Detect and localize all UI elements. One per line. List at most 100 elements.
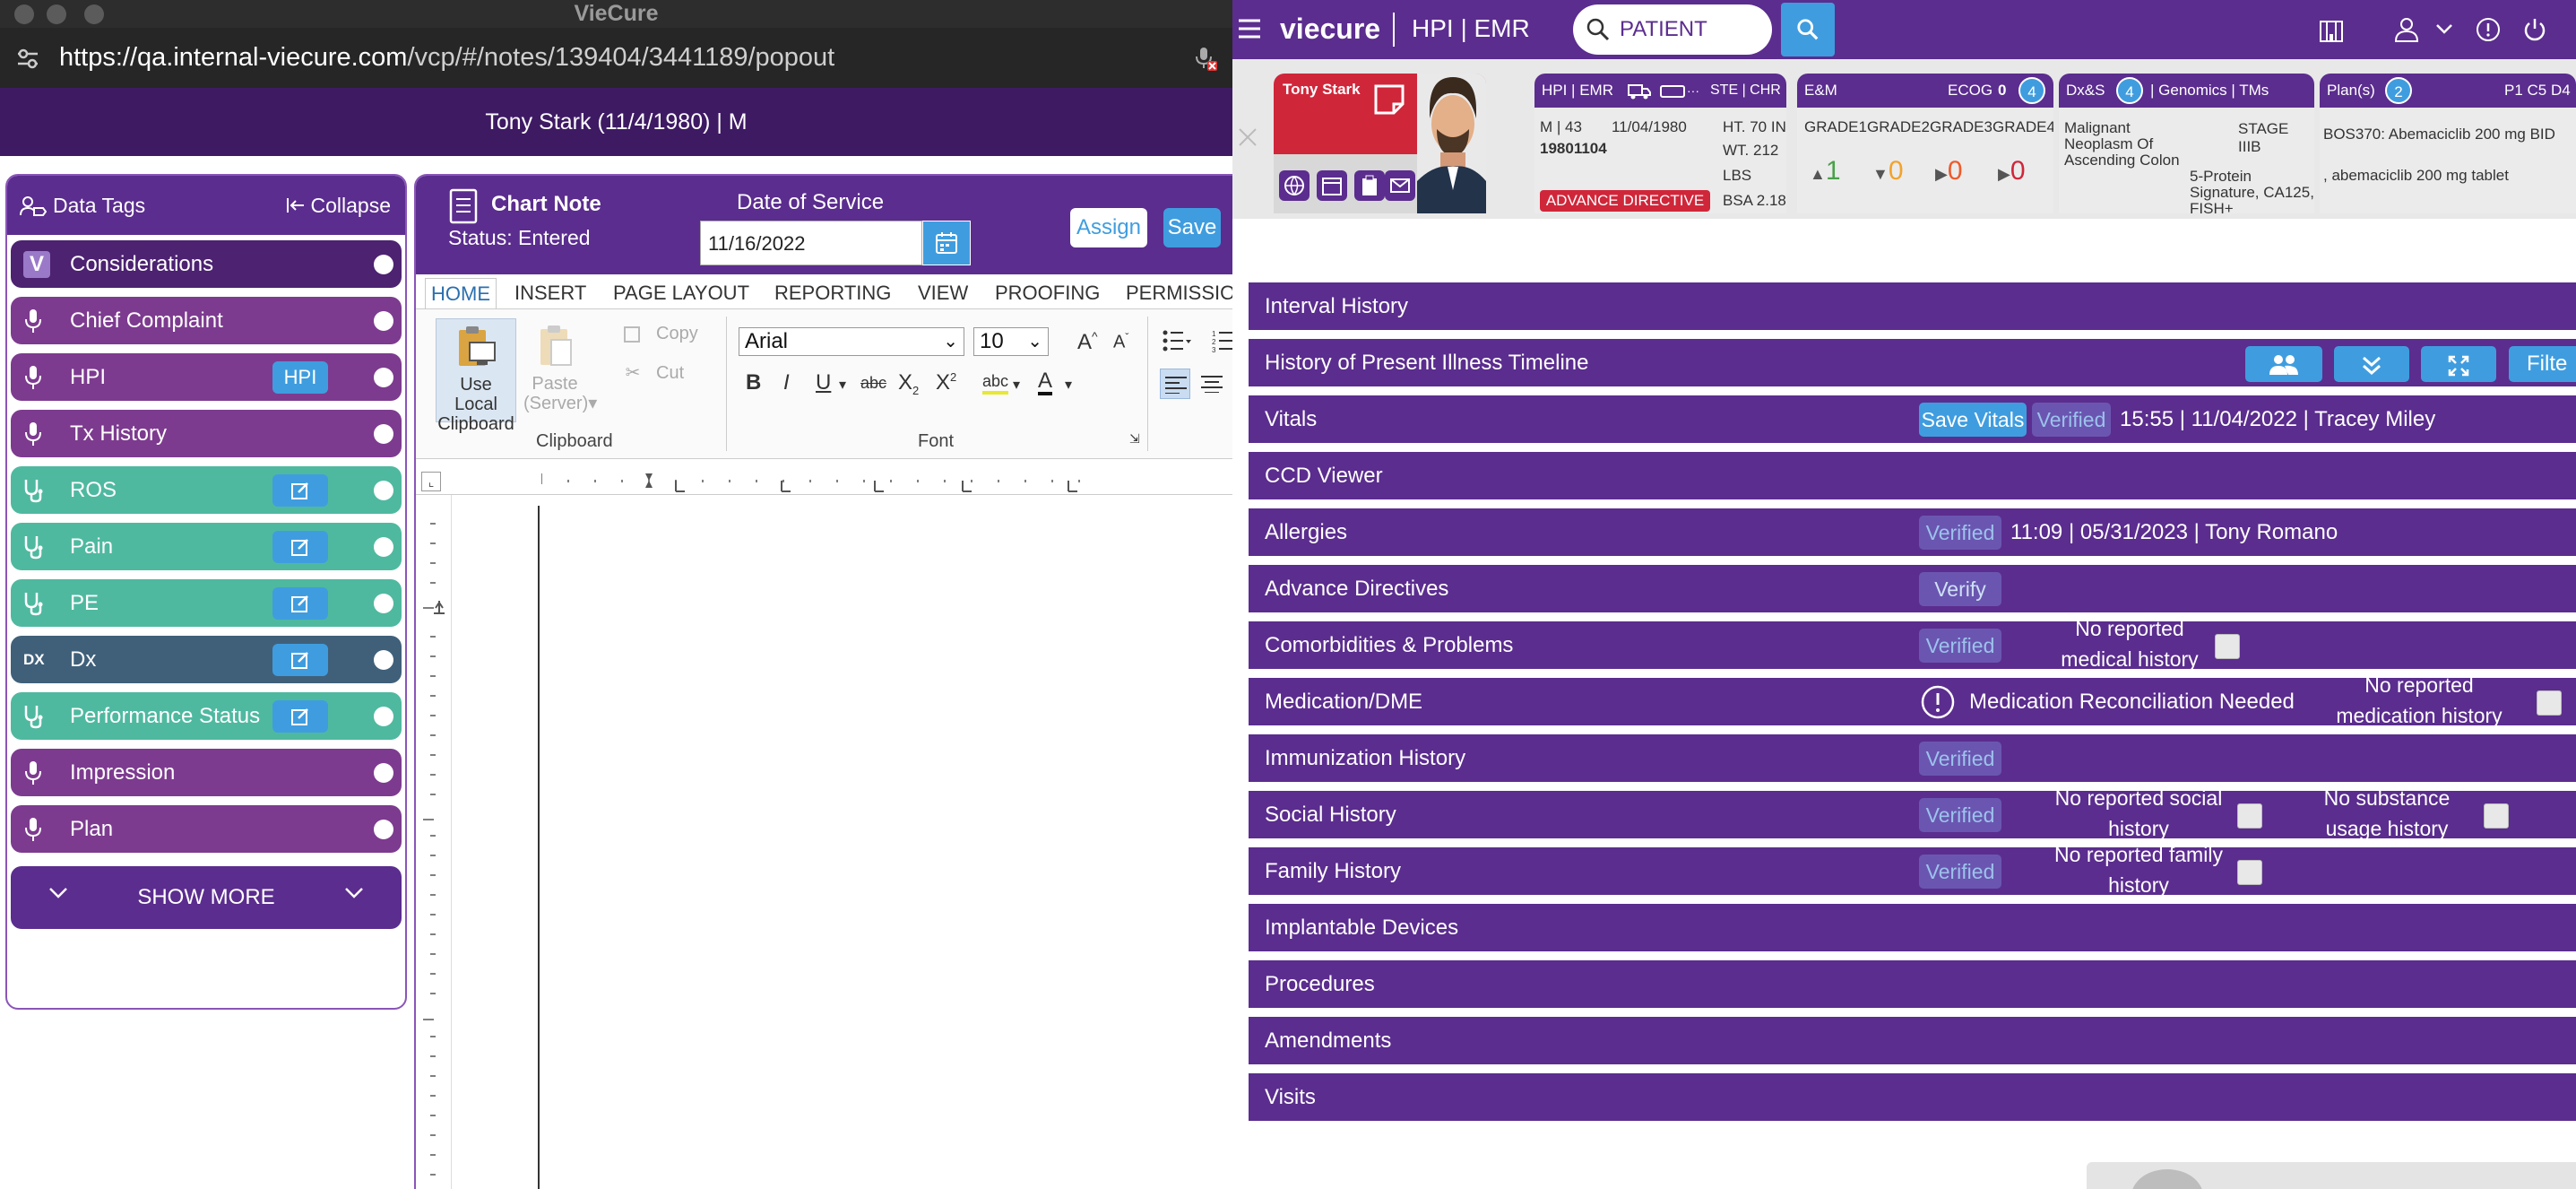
section-visits[interactable]: Visits xyxy=(1249,1073,2576,1121)
fullscreen-button[interactable] xyxy=(2421,346,2496,382)
section-allergies[interactable]: Allergies Verified 11:09 | 05/31/2023 | … xyxy=(1249,508,2576,556)
collapse-button[interactable]: Collapse xyxy=(286,176,391,235)
verified-badge[interactable]: Verified xyxy=(2032,403,2111,437)
filter-button[interactable]: Filte xyxy=(2509,346,2576,382)
tab-insert[interactable]: INSERT xyxy=(514,278,586,308)
tab-proofing[interactable]: PROOFING xyxy=(995,278,1100,308)
tag-toggle[interactable] xyxy=(374,820,393,839)
user-icon[interactable] xyxy=(2393,16,2420,43)
patient-info-card[interactable]: HPI | EMR ··· STE | CHR M | 43 11/04/198… xyxy=(1534,74,1786,213)
highlight-dropdown-icon[interactable]: ▾ xyxy=(1013,376,1020,394)
use-local-clipboard-button[interactable]: Use Local Clipboard xyxy=(436,318,516,434)
tab-reporting[interactable]: REPORTING xyxy=(774,278,891,308)
tag-toggle[interactable] xyxy=(374,707,393,726)
font-name-select[interactable]: Arial ⌄ xyxy=(739,327,964,356)
section-interval-history[interactable]: Interval History xyxy=(1249,282,2576,330)
shrink-font-icon[interactable]: Aˇ xyxy=(1113,331,1128,353)
section-social-history[interactable]: Social History Verified No reported soci… xyxy=(1249,786,2576,840)
bullet-list-icon[interactable] xyxy=(1162,329,1192,352)
assign-button[interactable]: Assign xyxy=(1070,208,1147,247)
verified-badge[interactable]: Verified xyxy=(1919,516,2001,550)
calendar-button[interactable] xyxy=(922,221,971,265)
verify-button[interactable]: Verify xyxy=(1919,572,2001,606)
date-of-service-input[interactable]: 11/16/2022 xyxy=(700,221,922,265)
tag-toggle[interactable] xyxy=(374,311,393,331)
strikethrough-icon[interactable]: abc xyxy=(860,374,886,393)
verified-badge[interactable]: Verified xyxy=(1919,742,2001,776)
section-medication[interactable]: Medication/DME Medication Reconciliation… xyxy=(1249,673,2576,727)
verified-badge[interactable]: Verified xyxy=(1919,629,2001,663)
expand-all-button[interactable] xyxy=(2334,346,2409,382)
no-substance-usage-checkbox[interactable] xyxy=(2484,803,2509,829)
no-social-history-checkbox[interactable] xyxy=(2237,803,2262,829)
tag-considerations[interactable]: V Considerations xyxy=(11,240,402,288)
edit-button[interactable] xyxy=(272,644,328,676)
message-button[interactable] xyxy=(1385,170,1415,201)
globe-button[interactable] xyxy=(1279,170,1310,201)
tag-chief-complaint[interactable]: Chief Complaint xyxy=(11,297,402,344)
url-bar[interactable]: https://qa.internal-viecure.com/vcp/#/no… xyxy=(0,28,1232,88)
tag-toggle[interactable] xyxy=(374,481,393,500)
chevron-down-icon[interactable] xyxy=(2435,22,2453,38)
tab-page-layout[interactable]: PAGE LAYOUT xyxy=(613,278,749,308)
notes-icon[interactable] xyxy=(1372,82,1406,117)
tag-toggle[interactable] xyxy=(374,255,393,274)
group-button[interactable] xyxy=(2245,346,2322,382)
maximize-window-button[interactable] xyxy=(84,4,104,24)
em-card[interactable]: E&M ECOG 0 4 GRADE1 GRADE2 GRADE3 GRADE4… xyxy=(1797,74,2053,213)
verified-badge[interactable]: Verified xyxy=(1919,798,2001,832)
tag-pain[interactable]: Pain xyxy=(11,523,402,570)
section-ccd-viewer[interactable]: CCD Viewer xyxy=(1249,452,2576,499)
tag-toggle[interactable] xyxy=(374,594,393,613)
hamburger-menu-icon[interactable] xyxy=(1238,18,1261,39)
underline-icon[interactable]: U xyxy=(816,370,831,395)
no-medical-history-checkbox[interactable] xyxy=(2215,634,2240,659)
tag-toggle[interactable] xyxy=(374,763,393,783)
tag-pe[interactable]: PE xyxy=(11,579,402,627)
font-color-dropdown-icon[interactable]: ▾ xyxy=(1065,376,1072,394)
tag-plan[interactable]: Plan xyxy=(11,805,402,853)
copy-button[interactable]: Copy xyxy=(624,324,698,344)
tag-toggle[interactable] xyxy=(374,368,393,387)
tag-toggle[interactable] xyxy=(374,650,393,670)
tag-dx[interactable]: DX Dx xyxy=(11,636,402,683)
advance-directive-badge[interactable]: ADVANCE DIRECTIVE xyxy=(1540,190,1710,212)
power-icon[interactable] xyxy=(2521,16,2548,43)
no-family-history-checkbox[interactable] xyxy=(2237,860,2262,885)
edit-button[interactable] xyxy=(272,531,328,563)
close-window-button[interactable] xyxy=(14,4,34,24)
tag-hpi[interactable]: HPI HPI xyxy=(11,353,402,401)
edit-button[interactable] xyxy=(272,700,328,733)
grow-font-icon[interactable]: A^ xyxy=(1077,329,1098,355)
verified-badge[interactable]: Verified xyxy=(1919,855,2001,889)
align-center-icon[interactable] xyxy=(1201,375,1223,393)
section-amendments[interactable]: Amendments xyxy=(1249,1017,2576,1064)
section-hpi-timeline[interactable]: History of Present Illness Timeline Filt… xyxy=(1249,339,2576,386)
paste-server-button[interactable]: Paste (Server)▾ xyxy=(523,318,597,422)
tag-toggle[interactable] xyxy=(374,424,393,444)
tag-tx-history[interactable]: Tx History xyxy=(11,410,402,457)
medication-reconciliation-needed[interactable]: Medication Reconciliation Needed xyxy=(1969,678,2295,725)
section-implantable-devices[interactable]: Implantable Devices xyxy=(1249,904,2576,951)
edit-button[interactable] xyxy=(272,474,328,507)
clipboard-button[interactable] xyxy=(1354,170,1385,201)
edit-button[interactable] xyxy=(272,587,328,620)
italic-icon[interactable]: I xyxy=(783,370,790,395)
horizontal-ruler[interactable]: ⌞ xyxy=(416,468,1232,495)
tag-performance-status[interactable]: Performance Status xyxy=(11,692,402,740)
numbered-list-icon[interactable]: 123 xyxy=(1212,329,1232,352)
hpi-button[interactable]: HPI xyxy=(272,361,328,394)
tab-home[interactable]: HOME xyxy=(425,278,497,309)
section-advance-directives[interactable]: Advance Directives Verify xyxy=(1249,565,2576,612)
font-color-icon[interactable]: A xyxy=(1038,370,1053,395)
mic-blocked-icon[interactable] xyxy=(1192,46,1217,71)
tab-stop-icon[interactable]: ⌞ xyxy=(421,472,441,491)
card-icon[interactable] xyxy=(1660,85,1685,98)
search-button[interactable] xyxy=(1781,3,1835,56)
building-icon[interactable] xyxy=(2318,16,2345,43)
tag-toggle[interactable] xyxy=(374,537,393,557)
section-immunization[interactable]: Immunization History Verified xyxy=(1249,734,2576,782)
underline-dropdown-icon[interactable]: ▾ xyxy=(839,376,846,394)
url-text[interactable]: https://qa.internal-viecure.com/vcp/#/no… xyxy=(59,28,834,88)
chat-bubble-icon[interactable] xyxy=(2131,1169,2203,1189)
